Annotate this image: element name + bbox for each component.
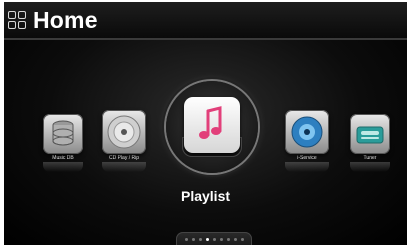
menu-item-i-service[interactable]: i-Service xyxy=(282,110,332,172)
page-dot[interactable] xyxy=(191,237,195,241)
globe-icon xyxy=(285,110,329,154)
radio-icon xyxy=(350,114,390,154)
page-dot-current[interactable] xyxy=(205,237,209,241)
icon-reflection xyxy=(102,162,146,172)
menu-item-label: CD Play / Rip xyxy=(108,155,139,161)
icon-reflection xyxy=(350,162,390,172)
database-icon xyxy=(43,114,83,154)
cd-icon xyxy=(102,110,146,154)
menu-item-label: Music DB xyxy=(52,155,74,161)
page-dot[interactable] xyxy=(198,237,202,241)
menu-item-tuner[interactable]: Tuner xyxy=(350,114,390,172)
menu-item-label: Tuner xyxy=(363,155,377,161)
menu-item-music-db[interactable]: Music DB xyxy=(43,114,83,172)
icon-reflection xyxy=(43,162,83,172)
grid-icon xyxy=(8,11,28,31)
page-dot[interactable] xyxy=(240,237,244,241)
page-dot[interactable] xyxy=(233,237,237,241)
menu-item-label: i-Service xyxy=(297,155,317,161)
page-dot[interactable] xyxy=(212,237,216,241)
music-note-icon[interactable] xyxy=(184,97,240,153)
home-screen: Home Music DB CD Play / Rip Playlist i-S… xyxy=(4,2,407,245)
page-dot[interactable] xyxy=(226,237,230,241)
page-dot[interactable] xyxy=(184,237,188,241)
page-indicator xyxy=(176,232,252,245)
selected-item-label: Playlist xyxy=(180,188,231,204)
menu-item-cd-play-rip[interactable]: CD Play / Rip xyxy=(99,110,149,172)
icon-reflection xyxy=(285,162,329,172)
header-bar: Home xyxy=(4,2,407,40)
page-title: Home xyxy=(33,7,98,33)
page-dot[interactable] xyxy=(219,237,223,241)
